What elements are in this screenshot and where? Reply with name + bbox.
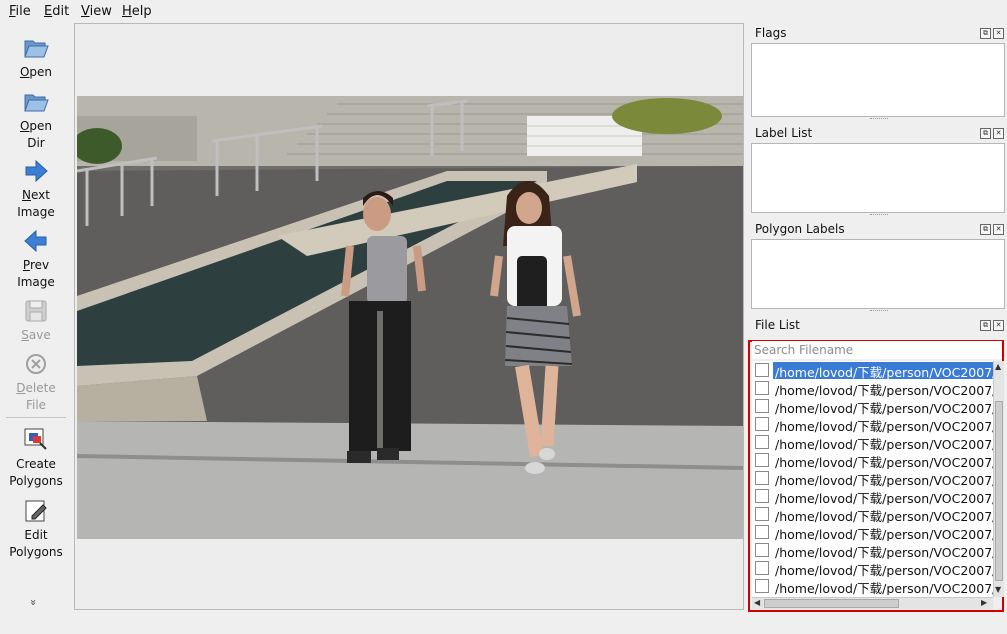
file-path-label: /home/lovod/下载/person/VOC2007/JPEGImages…	[775, 383, 993, 397]
file-path-label: /home/lovod/下载/person/VOC2007/JPEGImages…	[775, 509, 993, 523]
flags-dock-buttons: ⧉ ✕	[980, 28, 1004, 39]
arrow-right-icon	[25, 159, 48, 183]
checkbox[interactable]	[755, 543, 769, 557]
file-path-label: /home/lovod/下载/person/VOC2007/JPEGImages…	[775, 563, 993, 577]
file-list-item[interactable]: /home/lovod/下载/person/VOC2007/JPEGImages…	[752, 469, 993, 487]
polygon-labels-dock-buttons: ⧉ ✕	[980, 224, 1004, 235]
checkbox[interactable]	[755, 381, 769, 395]
float-icon[interactable]: ⧉	[980, 224, 991, 235]
edit-icon	[25, 500, 47, 522]
checkbox[interactable]	[755, 417, 769, 431]
menu-file[interactable]: File	[9, 4, 31, 19]
save-button[interactable]: Save	[0, 297, 72, 344]
menu-edit[interactable]: Edit	[44, 4, 69, 19]
toolbar-divider	[6, 417, 66, 418]
file-list-item[interactable]: /home/lovod/下载/person/VOC2007/JPEGImages…	[752, 559, 993, 577]
file-path-label: /home/lovod/下载/person/VOC2007/JPEGImages…	[775, 527, 993, 541]
status-bar	[0, 612, 1007, 634]
checkbox[interactable]	[755, 435, 769, 449]
polygon-labels-dock-title: Polygon Labels	[755, 222, 845, 236]
create-polygons-button[interactable]: Create Polygons	[0, 426, 72, 490]
file-list-item[interactable]: /home/lovod/下载/person/VOC2007/JPEGImages…	[752, 523, 993, 541]
menu-view[interactable]: View	[81, 4, 112, 19]
file-list-item[interactable]: /home/lovod/下载/person/VOC2007/JPEGImages…	[752, 361, 993, 379]
open-button[interactable]: Open	[0, 34, 72, 81]
float-icon[interactable]: ⧉	[980, 320, 991, 331]
file-path-label: /home/lovod/下载/person/VOC2007/JPEGImages…	[773, 362, 993, 379]
file-path-label: /home/lovod/下载/person/VOC2007/JPEGImages…	[775, 545, 993, 559]
close-icon[interactable]: ✕	[993, 320, 1004, 331]
next-image-button[interactable]: Next Image	[0, 157, 72, 221]
checkbox[interactable]	[755, 453, 769, 467]
file-path-label: /home/lovod/下载/person/VOC2007/JPEGImages…	[775, 437, 993, 451]
image-canvas[interactable]	[74, 23, 744, 610]
file-path-label: /home/lovod/下载/person/VOC2007/JPEGImages…	[775, 401, 993, 415]
file-list-dock-title: File List	[755, 318, 800, 332]
left-toolbar: Open Open Dir Next Image Prev Image Save…	[0, 22, 72, 612]
label-list-dock-title: Label List	[755, 126, 813, 140]
checkbox[interactable]	[755, 363, 769, 377]
file-list-horizontal-scrollbar[interactable]: ◀ ▶	[752, 597, 993, 609]
label-list[interactable]	[751, 143, 1005, 213]
file-list-item[interactable]: /home/lovod/下载/person/VOC2007/JPEGImages…	[752, 541, 993, 559]
folder-open-icon	[24, 40, 49, 58]
flags-list[interactable]	[751, 43, 1005, 117]
photo-image	[77, 96, 743, 539]
close-icon[interactable]: ✕	[993, 224, 1004, 235]
menu-bar: File Edit View Help	[0, 0, 1007, 22]
menu-help[interactable]: Help	[122, 4, 152, 19]
close-icon[interactable]: ✕	[993, 28, 1004, 39]
open-dir-button[interactable]: Open Dir	[0, 88, 72, 152]
checkbox[interactable]	[755, 489, 769, 503]
checkbox[interactable]	[755, 399, 769, 413]
file-list[interactable]: /home/lovod/下载/person/VOC2007/JPEGImages…	[752, 361, 993, 597]
file-list-item[interactable]: /home/lovod/下载/person/VOC2007/JPEGImages…	[752, 451, 993, 469]
scroll-left-arrow-icon[interactable]: ◀	[754, 598, 760, 607]
dock-resize-grip[interactable]	[870, 310, 888, 313]
label-list-dock-buttons: ⧉ ✕	[980, 128, 1004, 139]
scroll-down-arrow-icon[interactable]: ▼	[995, 585, 1001, 594]
file-list-dock-buttons: ⧉ ✕	[980, 320, 1004, 331]
file-list-item[interactable]: /home/lovod/下载/person/VOC2007/JPEGImages…	[752, 397, 993, 415]
folder-open-icon	[24, 94, 49, 112]
float-icon[interactable]: ⧉	[980, 28, 991, 39]
file-list-item[interactable]: /home/lovod/下载/person/VOC2007/JPEGImages…	[752, 505, 993, 523]
file-path-label: /home/lovod/下载/person/VOC2007/JPEGImages…	[775, 419, 993, 433]
edit-polygons-button[interactable]: Edit Polygons	[0, 497, 72, 561]
file-path-label: /home/lovod/下载/person/VOC2007/JPEGImages…	[775, 473, 993, 487]
toolbar-extension-icon[interactable]: »	[27, 599, 40, 606]
create-polygon-icon	[24, 428, 47, 450]
scrollbar-thumb[interactable]	[764, 599, 899, 608]
close-icon[interactable]: ✕	[993, 128, 1004, 139]
file-path-label: /home/lovod/下载/person/VOC2007/JPEGImages…	[775, 581, 993, 595]
arrow-left-icon	[24, 229, 47, 253]
file-list-item[interactable]: /home/lovod/下载/person/VOC2007/JPEGImages…	[752, 577, 993, 595]
canvas-photo	[77, 96, 743, 539]
file-list-vertical-scrollbar[interactable]: ▲ ▼	[993, 361, 1004, 597]
flags-dock-title: Flags	[755, 26, 787, 40]
checkbox[interactable]	[755, 561, 769, 575]
dock-resize-grip[interactable]	[870, 118, 888, 121]
dock-resize-grip[interactable]	[870, 214, 888, 217]
scrollbar-thumb[interactable]	[995, 401, 1003, 581]
file-path-label: /home/lovod/下载/person/VOC2007/JPEGImages…	[775, 491, 993, 505]
file-list-item[interactable]: /home/lovod/下载/person/VOC2007/JPEGImages…	[752, 487, 993, 505]
checkbox[interactable]	[755, 579, 769, 593]
scroll-right-arrow-icon[interactable]: ▶	[981, 598, 987, 607]
save-icon	[25, 300, 47, 322]
checkbox[interactable]	[755, 525, 769, 539]
delete-icon	[26, 354, 46, 374]
checkbox[interactable]	[755, 507, 769, 521]
prev-image-button[interactable]: Prev Image	[0, 227, 72, 291]
file-list-item[interactable]: /home/lovod/下载/person/VOC2007/JPEGImages…	[752, 379, 993, 397]
checkbox[interactable]	[755, 471, 769, 485]
file-list-item[interactable]: /home/lovod/下载/person/VOC2007/JPEGImages…	[752, 433, 993, 451]
polygon-labels-list[interactable]	[751, 239, 1005, 309]
float-icon[interactable]: ⧉	[980, 128, 991, 139]
file-list-item[interactable]: /home/lovod/下载/person/VOC2007/JPEGImages…	[752, 415, 993, 433]
scroll-up-arrow-icon[interactable]: ▲	[995, 362, 1001, 371]
file-path-label: /home/lovod/下载/person/VOC2007/JPEGImages…	[775, 455, 993, 469]
search-filename-input[interactable]	[752, 341, 1002, 359]
delete-file-button[interactable]: Delete File	[0, 350, 72, 414]
